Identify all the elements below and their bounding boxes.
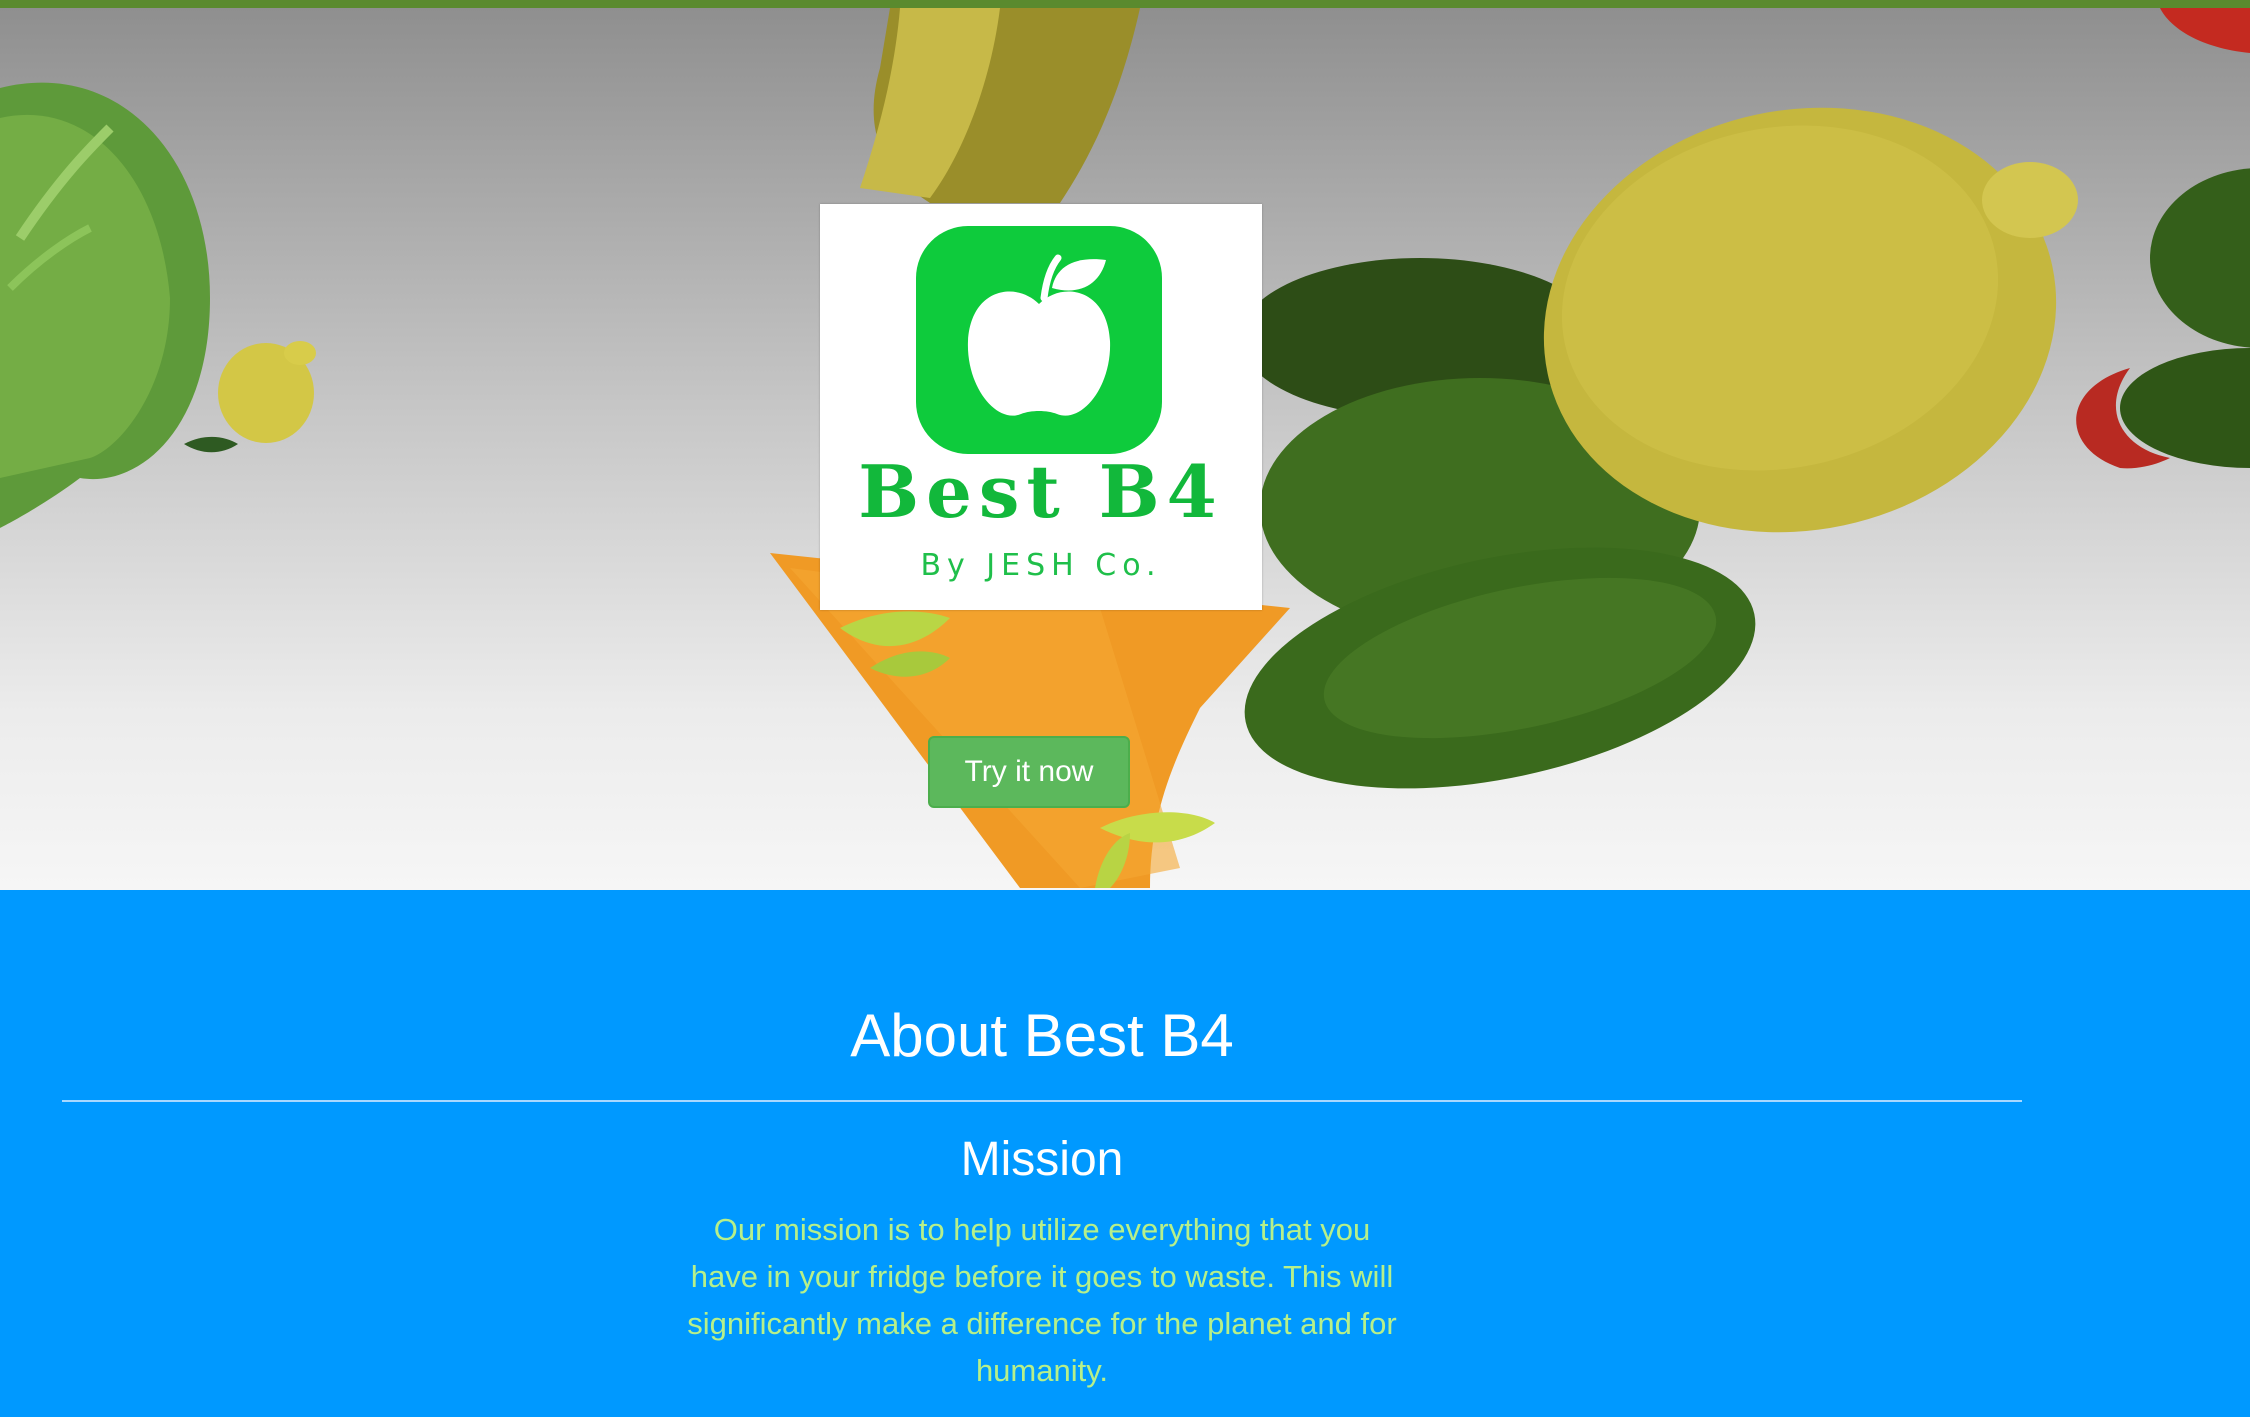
about-section: About Best B4 Mission Our mission is to …	[0, 890, 2250, 1417]
brand-tagline: By JESH Co.	[920, 548, 1162, 583]
top-accent-strip	[0, 0, 2250, 8]
mission-heading: Mission	[960, 1133, 1124, 1186]
mission-statement: Our mission is to help utilize everythin…	[687, 1212, 1397, 1388]
apple-logo-icon	[967, 254, 1111, 416]
brand-name: Best B4	[858, 449, 1224, 534]
app-icon-tile	[916, 226, 1162, 454]
try-it-now-button[interactable]: Try it now	[928, 736, 1130, 808]
about-heading: About Best B4	[850, 1002, 1234, 1069]
hero-section: Best B4 By JESH Co. Try it now	[0, 8, 2250, 890]
best-b4-logo-card: Best B4 By JESH Co.	[820, 204, 1262, 610]
section-divider	[62, 1100, 2022, 1102]
